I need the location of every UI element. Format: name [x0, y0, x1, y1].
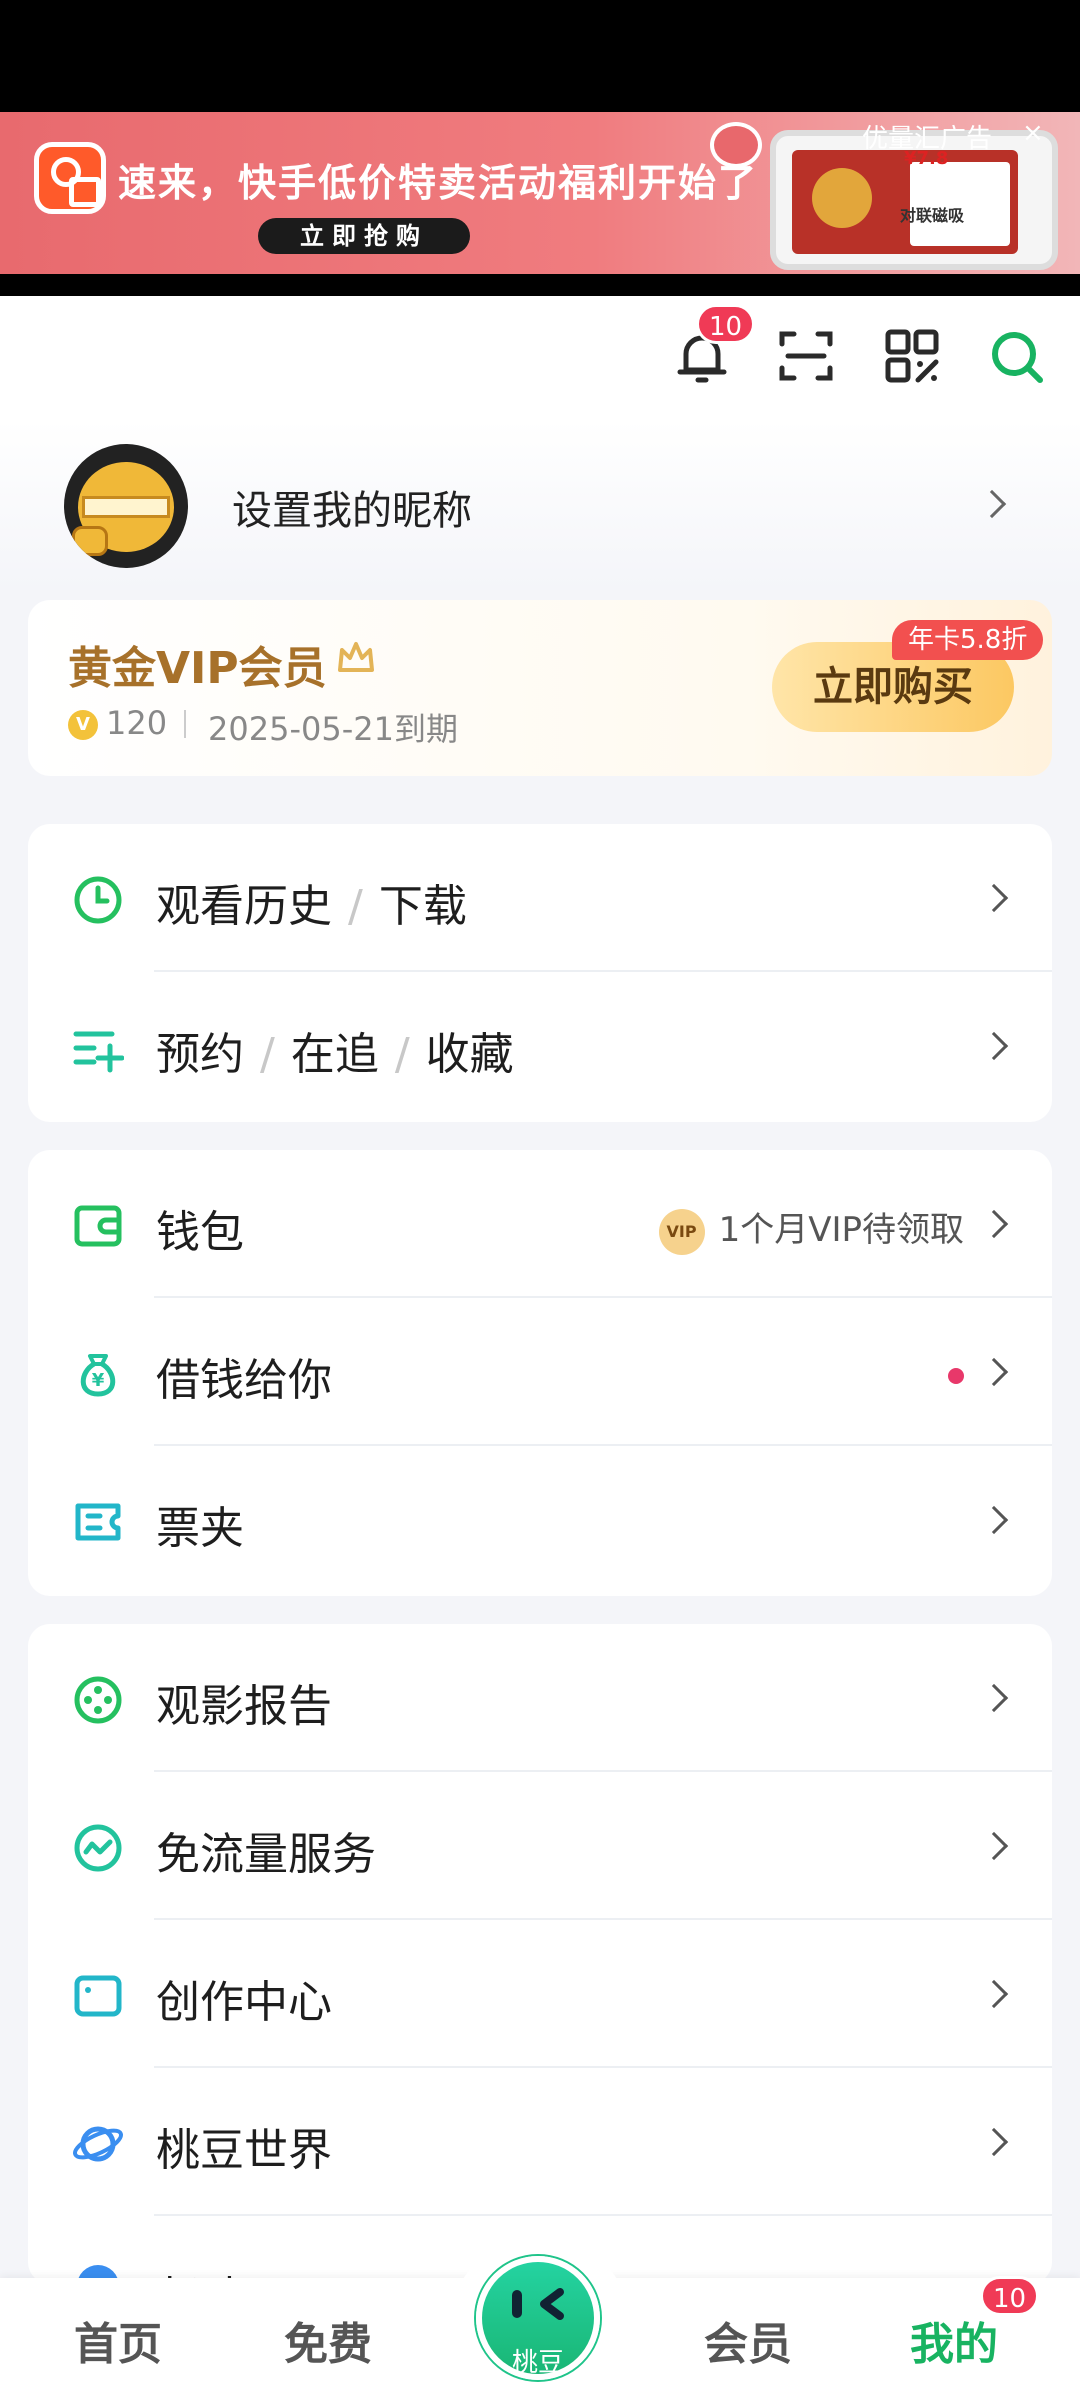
- scan-icon[interactable]: [776, 326, 836, 386]
- row-tickets[interactable]: 票夹: [28, 1446, 1052, 1594]
- film-reel-icon: [74, 1676, 122, 1724]
- free-data-label: 免流量服务: [156, 1829, 376, 1880]
- chevron-right-icon: [979, 1031, 1009, 1061]
- qr-code-icon[interactable]: [882, 326, 942, 386]
- creator-folder-icon: [74, 1975, 122, 2017]
- avatar[interactable]: [64, 444, 188, 568]
- chevron-right-icon: [979, 1831, 1009, 1861]
- history-label[interactable]: 观看历史: [156, 881, 332, 932]
- ad-label: 优量汇广告: [862, 124, 993, 154]
- crown-icon: [338, 642, 374, 672]
- row-wallet[interactable]: 钱包 VIP 1个月VIP待领取: [28, 1150, 1052, 1298]
- row-world[interactable]: 桃豆世界: [28, 2068, 1052, 2216]
- vip-mini-icon: VIP: [658, 1208, 705, 1255]
- wallet-label: 钱包: [156, 1207, 244, 1258]
- row-loan[interactable]: ¥ 借钱给你: [28, 1298, 1052, 1446]
- search-icon[interactable]: [986, 326, 1046, 386]
- ad-product-name: 对联磁吸: [900, 206, 965, 225]
- chevron-right-icon: [979, 1505, 1009, 1535]
- nickname-label[interactable]: 设置我的昵称: [232, 478, 472, 536]
- card-history: 观看历史 / 下载 预约 / 在追 / 收藏: [28, 824, 1052, 1122]
- wave-circle-icon: [74, 1824, 122, 1872]
- divider: [184, 710, 186, 738]
- ad-close-icon[interactable]: ×: [1022, 118, 1044, 148]
- ad-bottom-strip: [0, 274, 1080, 296]
- nav-mine-badge: 10: [980, 2276, 1040, 2316]
- reserve-label[interactable]: 预约: [156, 1029, 244, 1080]
- discount-badge: 年卡5.8折: [892, 620, 1044, 660]
- ad-cta-button[interactable]: 立即抢购: [258, 218, 470, 254]
- nav-home[interactable]: 首页: [74, 2308, 162, 2372]
- download-label[interactable]: 下载: [379, 881, 467, 932]
- kuaishou-logo-icon: [34, 142, 106, 214]
- nav-member[interactable]: 会员: [704, 2308, 792, 2372]
- svg-text:¥: ¥: [92, 1370, 105, 1391]
- loan-label: 借钱给你: [156, 1355, 332, 1406]
- chevron-right-icon: [979, 1979, 1009, 2009]
- ticket-icon: [75, 1503, 121, 1541]
- chevron-right-icon: [979, 1209, 1009, 1239]
- world-label: 桃豆世界: [156, 2125, 332, 2176]
- card-finance: 钱包 VIP 1个月VIP待领取 ¥ 借钱给你 票夹: [28, 1150, 1052, 1596]
- heart-icon: [710, 122, 762, 168]
- notification-dot: [948, 1368, 964, 1384]
- money-bag-icon: ¥: [80, 1354, 116, 1397]
- wallet-promo: 1个月VIP待领取: [718, 1210, 964, 1250]
- vip-title: 黄金VIP会员: [68, 643, 327, 694]
- mascot-eyes-icon: [512, 2288, 564, 2320]
- coin-icon: V: [68, 710, 98, 740]
- clock-icon: [74, 876, 122, 924]
- vip-points: 120: [106, 704, 168, 742]
- report-label: 观影报告: [156, 1681, 332, 1732]
- notification-badge: 10: [696, 304, 756, 344]
- nav-mine[interactable]: 我的: [910, 2308, 998, 2372]
- favorites-label[interactable]: 收藏: [426, 1029, 514, 1080]
- chevron-right-icon: [979, 2127, 1009, 2157]
- wallet-icon: [74, 1205, 122, 1247]
- vip-expire-date: 2025-05-21到期: [208, 710, 458, 748]
- following-label[interactable]: 在追: [291, 1029, 379, 1080]
- row-creator[interactable]: 创作中心: [28, 1920, 1052, 2068]
- row-history-download[interactable]: 观看历史 / 下载: [28, 824, 1052, 972]
- chevron-right-icon: [979, 1357, 1009, 1387]
- card-services: 观影报告 免流量服务 创作中心 桃豆世界 帮助: [28, 1624, 1052, 2284]
- row-subscribe[interactable]: 预约 / 在追 / 收藏: [28, 972, 1052, 1120]
- ad-headline: 速来，快手低价特卖活动福利开始了: [118, 161, 759, 205]
- nav-center-label: 桃豆: [511, 2348, 564, 2378]
- row-report[interactable]: 观影报告: [28, 1624, 1052, 1772]
- status-bar: [0, 0, 1080, 112]
- tickets-label: 票夹: [156, 1503, 244, 1554]
- chevron-right-icon: [979, 883, 1009, 913]
- ad-banner[interactable]: 速来，快手低价特卖活动福利开始了 立即抢购 ¥7.8 对联磁吸 优量汇广告 ×: [0, 112, 1080, 274]
- creator-label: 创作中心: [156, 1977, 332, 2028]
- planet-icon: [73, 2126, 123, 2162]
- chevron-right-icon: [979, 1683, 1009, 1713]
- row-free-data[interactable]: 免流量服务: [28, 1772, 1052, 1920]
- nav-free[interactable]: 免费: [284, 2308, 372, 2372]
- list-add-icon: [73, 1031, 124, 1073]
